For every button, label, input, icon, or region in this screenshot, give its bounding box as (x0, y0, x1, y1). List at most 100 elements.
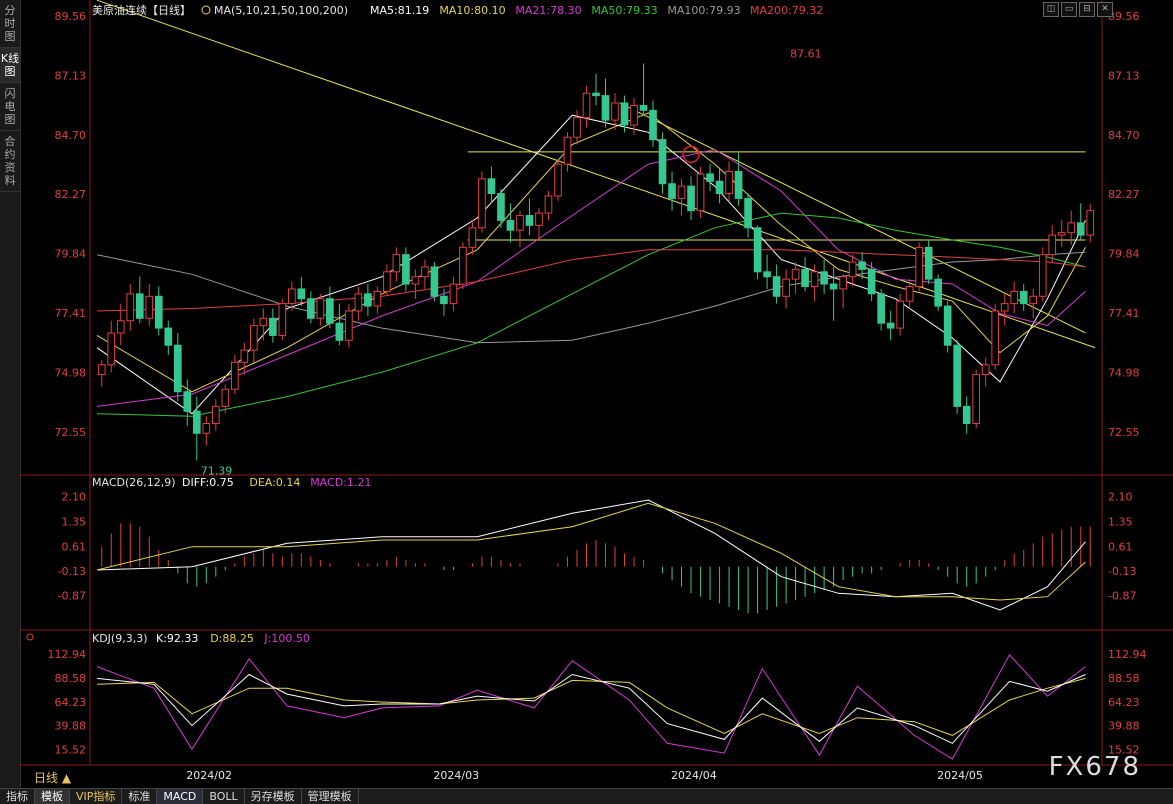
candle-body (440, 295, 448, 305)
candle-body (278, 303, 287, 336)
macd-value: DIFF:0.75 (182, 476, 234, 489)
candle-body (326, 298, 334, 324)
kdj-label: KDJ(9,3,3) (92, 632, 148, 645)
candle-body (677, 185, 686, 199)
candle-body (345, 310, 353, 341)
macd-y-tick-left: 1.35 (62, 516, 87, 529)
candle-body (364, 293, 372, 307)
candle-body (1067, 222, 1076, 234)
candle-body (905, 285, 914, 302)
candle-body (658, 139, 667, 185)
y-tick-label-right: 79.84 (1108, 248, 1140, 261)
candle-body (582, 92, 591, 119)
tab-manage-template[interactable]: 管理模板 (302, 789, 359, 804)
candle-body (1076, 222, 1085, 236)
trend-line (96, 0, 1096, 349)
restore-icon[interactable]: ◫ (1043, 2, 1059, 17)
candle-body (1086, 210, 1095, 236)
candle-body (335, 322, 344, 341)
tab-boll[interactable]: BOLL (203, 789, 245, 804)
x-tick-label: 2024/05 (937, 769, 983, 782)
candle-body (173, 344, 182, 393)
candle-body (240, 349, 249, 363)
candle-body (972, 374, 981, 425)
candle-body (706, 173, 714, 182)
candle-body (668, 183, 676, 199)
candle-body (1029, 295, 1038, 305)
maximize-icon[interactable]: ▭ (1061, 2, 1077, 17)
tab-save-template[interactable]: 另存模板 (245, 789, 302, 804)
close-icon[interactable]: ✕ (1097, 2, 1113, 17)
candle-body (288, 288, 296, 305)
candle-body (915, 246, 923, 287)
macd-y-tick-left: 0.61 (62, 540, 87, 553)
candle-body (430, 266, 439, 297)
candle-body (411, 276, 420, 285)
candle-body (1000, 303, 1009, 312)
y-tick-label-left: 84.70 (55, 129, 87, 142)
candle-body (192, 410, 201, 434)
candle-body (639, 104, 648, 111)
macd-dea-line (96, 502, 1086, 601)
candle-body (563, 136, 572, 165)
y-tick-label-right: 77.41 (1108, 307, 1140, 320)
candle-body (620, 102, 629, 126)
kdj-y-tick-right: 112.94 (1108, 648, 1147, 661)
candle-body (1010, 290, 1019, 305)
kdj-k-line (96, 673, 1086, 744)
candle-body (164, 327, 173, 346)
y-tick-label-left: 74.98 (55, 367, 87, 380)
tab-templates[interactable]: 模板 (35, 789, 70, 804)
candle-body (573, 117, 581, 138)
tab-vip-indicators[interactable]: VIP指标 (70, 789, 123, 804)
y-tick-label-left: 89.56 (55, 10, 87, 23)
kdj-y-tick-left: 15.52 (55, 744, 87, 757)
macd-y-tick-right: 1.35 (1108, 516, 1133, 529)
kdj-y-tick-left: 39.88 (55, 720, 87, 733)
candle-body (221, 388, 230, 407)
y-tick-label-left: 87.13 (55, 69, 87, 82)
candle-body (487, 178, 496, 195)
macd-y-tick-left: -0.13 (58, 565, 86, 578)
kdj-settings-icon (26, 633, 34, 641)
candle-body (801, 268, 809, 287)
candle-body (734, 170, 743, 199)
minimize-icon[interactable]: ⊟ (1079, 2, 1095, 17)
macd-y-tick-right: 2.10 (1108, 491, 1133, 504)
candle-body (202, 423, 211, 434)
candle-body (449, 283, 458, 305)
tab-indicators[interactable]: 指标 (0, 789, 35, 804)
candle-body (649, 109, 657, 141)
candle-body (848, 261, 857, 278)
candle-body (211, 405, 220, 425)
candle-body (269, 317, 277, 336)
candle-body (383, 271, 391, 292)
kdj-d-line (96, 677, 1086, 736)
kdj-y-tick-right: 39.88 (1108, 720, 1140, 733)
x-tick-label: 2024/03 (433, 769, 479, 782)
y-tick-label-right: 87.13 (1108, 69, 1140, 82)
candle-body (725, 170, 733, 195)
candle-body (145, 295, 154, 319)
macd-y-tick-left: -0.87 (58, 590, 86, 603)
candle-body (478, 178, 486, 229)
macd-value: MACD:1.21 (310, 476, 371, 489)
y-tick-label-left: 82.27 (55, 188, 87, 201)
ma-value: MA10:80.10 (439, 4, 505, 17)
candle-body (402, 254, 410, 285)
candle-body (97, 364, 106, 376)
macd-y-tick-left: 2.10 (62, 491, 87, 504)
tab-macd[interactable]: MACD (157, 789, 204, 804)
tab-standard[interactable]: 标准 (122, 789, 158, 804)
candle-body (1038, 254, 1047, 297)
y-tick-label-right: 82.27 (1108, 188, 1140, 201)
candle-body (516, 215, 524, 231)
candle-body (525, 215, 534, 226)
candle-body (943, 305, 952, 346)
kdj-y-tick-left: 112.94 (48, 648, 87, 661)
ma-value: MA21:78.30 (515, 4, 581, 17)
kdj-value: J:100.50 (263, 632, 309, 645)
ma-value: MA5:81.19 (370, 4, 429, 17)
bottom-toolbar: 指标 模板 VIP指标 标准 MACD BOLL 另存模板 管理模板 (0, 788, 1173, 804)
candle-body (307, 298, 315, 319)
